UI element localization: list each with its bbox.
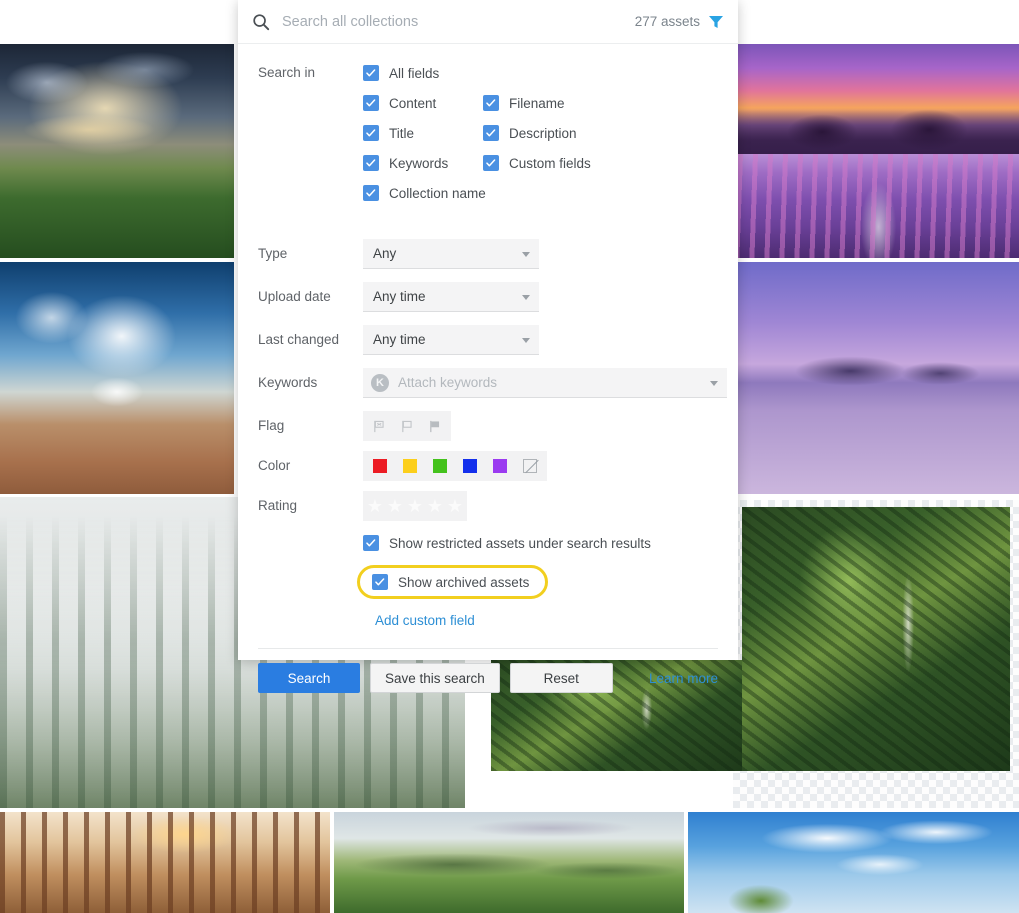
keywords-placeholder: Attach keywords — [398, 375, 498, 390]
rating-star-5[interactable]: ★ — [445, 493, 465, 519]
asset-tile-rolling-green-hills[interactable] — [334, 812, 684, 913]
checkbox-content[interactable]: Content — [363, 88, 483, 118]
color-swatch-red[interactable] — [365, 453, 395, 479]
upload-date-select[interactable]: Any time — [363, 282, 539, 312]
checkmark-icon — [363, 125, 379, 141]
asset-tile-blue-sky-with-clouds-and-bush[interactable] — [688, 812, 1019, 913]
color-label: Color — [258, 458, 291, 473]
asset-tile-aerial-forest-meadow-road[interactable] — [742, 507, 1010, 771]
flag-group — [363, 411, 451, 441]
checkmark-icon — [363, 65, 379, 81]
last-changed-value: Any time — [373, 332, 426, 347]
checkbox-custom-fields[interactable]: Custom fields — [483, 148, 603, 178]
checkmark-icon — [372, 574, 388, 590]
checkbox-keywords[interactable]: Keywords — [363, 148, 483, 178]
color-swatch-green[interactable] — [425, 453, 455, 479]
show-restricted-row[interactable]: Show restricted assets under search resu… — [363, 527, 718, 559]
flag-label: Flag — [258, 418, 285, 433]
rating-label: Rating — [258, 498, 298, 513]
keyword-chip-icon: K — [371, 373, 389, 392]
upload-date-label: Upload date — [258, 289, 331, 304]
type-label: Type — [258, 246, 288, 261]
asset-tile-desert-dunes-with-cloud-and-snow-peak[interactable] — [0, 262, 234, 494]
checkmark-icon — [363, 535, 379, 551]
keywords-label: Keywords — [258, 375, 318, 390]
checkbox-label: Content — [389, 95, 437, 111]
checkbox-title[interactable]: Title — [363, 118, 483, 148]
rating-star-2[interactable]: ★ — [385, 493, 405, 519]
show-archived-highlight[interactable]: Show archived assets — [357, 565, 549, 599]
last-changed-label: Last changed — [258, 332, 340, 347]
last-changed-select[interactable]: Any time — [363, 325, 539, 355]
color-group — [363, 451, 547, 481]
checkbox-collection-name[interactable]: Collection name — [363, 178, 718, 208]
upload-date-row: Upload date Any time — [258, 282, 718, 322]
flag-flagged-icon[interactable] — [421, 413, 449, 439]
asset-tile-autumn-sunlit-pine-trunks[interactable] — [0, 812, 330, 913]
checkmark-icon — [483, 125, 499, 141]
color-swatch-yellow[interactable] — [395, 453, 425, 479]
checkbox-description[interactable]: Description — [483, 118, 603, 148]
checkbox-label: Custom fields — [509, 155, 591, 171]
type-row: Type Any — [258, 239, 718, 279]
keywords-row: Keywords K Attach keywords — [258, 368, 727, 408]
asset-tile-lavender-field-path[interactable] — [738, 154, 1019, 258]
checkmark-icon — [483, 155, 499, 171]
rating-group: ★ ★ ★ ★ ★ — [363, 491, 467, 521]
asset-tile-purple-lake-and-mountain[interactable] — [738, 262, 1019, 494]
keywords-select[interactable]: K Attach keywords — [363, 368, 727, 398]
checkbox-label: Title — [389, 125, 415, 141]
checkmark-icon — [483, 95, 499, 111]
type-select[interactable]: Any — [363, 239, 539, 269]
checkbox-filename[interactable]: Filename — [483, 88, 603, 118]
checkbox-label: Keywords — [389, 155, 449, 171]
asset-count-label: 277 assets — [634, 14, 700, 29]
flag-row: Flag — [258, 411, 718, 441]
upload-date-value: Any time — [373, 289, 426, 304]
search-button[interactable]: Search — [258, 663, 360, 693]
rating-star-3[interactable]: ★ — [405, 493, 425, 519]
save-this-search-button[interactable]: Save this search — [370, 663, 500, 693]
checkmark-icon — [363, 155, 379, 171]
search-icon — [252, 13, 270, 31]
funnel-icon[interactable] — [708, 14, 724, 30]
add-custom-field-link[interactable]: Add custom field — [375, 612, 475, 630]
advanced-search-panel: 277 assets Search in All fields — [238, 0, 738, 693]
rating-star-1[interactable]: ★ — [365, 493, 385, 519]
flag-rejected-icon[interactable] — [365, 413, 393, 439]
chevron-down-icon — [522, 251, 530, 257]
checkbox-label: All fields — [389, 65, 440, 81]
chevron-down-icon — [522, 294, 530, 300]
asset-tile-storm-clouds-over-green-valley[interactable] — [0, 44, 234, 258]
show-archived-label: Show archived assets — [398, 574, 530, 590]
rating-row: Rating ★ ★ ★ ★ ★ — [258, 491, 718, 521]
flag-unflagged-icon[interactable] — [393, 413, 421, 439]
checkmark-icon — [363, 185, 379, 201]
checkbox-label: Collection name — [389, 185, 486, 201]
show-restricted-label: Show restricted assets under search resu… — [389, 535, 651, 551]
rating-star-4[interactable]: ★ — [425, 493, 445, 519]
checkbox-all-fields[interactable]: All fields — [363, 58, 718, 88]
action-bar: Search Save this search Reset Learn more — [258, 649, 718, 693]
color-swatch-purple[interactable] — [485, 453, 515, 479]
checkbox-label: Filename — [509, 95, 565, 111]
checkmark-icon — [363, 95, 379, 111]
add-custom-field-label: Add custom field — [375, 613, 475, 628]
color-swatch-blue[interactable] — [455, 453, 485, 479]
reset-button[interactable]: Reset — [509, 663, 613, 693]
type-value: Any — [373, 246, 397, 261]
search-bar: 277 assets — [238, 0, 738, 44]
learn-more-link[interactable]: Learn more — [649, 671, 718, 686]
chevron-down-icon — [710, 380, 718, 386]
color-row: Color — [258, 451, 718, 481]
color-swatch-none[interactable] — [515, 453, 545, 479]
asset-tile-purple-orange-volcano-sunset[interactable] — [738, 44, 1019, 154]
search-in-label: Search in — [258, 65, 316, 80]
chevron-down-icon — [522, 337, 530, 343]
checkbox-label: Description — [509, 125, 577, 141]
last-changed-row: Last changed Any time — [258, 325, 718, 365]
search-input[interactable] — [282, 13, 635, 30]
search-in-row: Search in All fields Content Filename Ti… — [258, 58, 718, 208]
